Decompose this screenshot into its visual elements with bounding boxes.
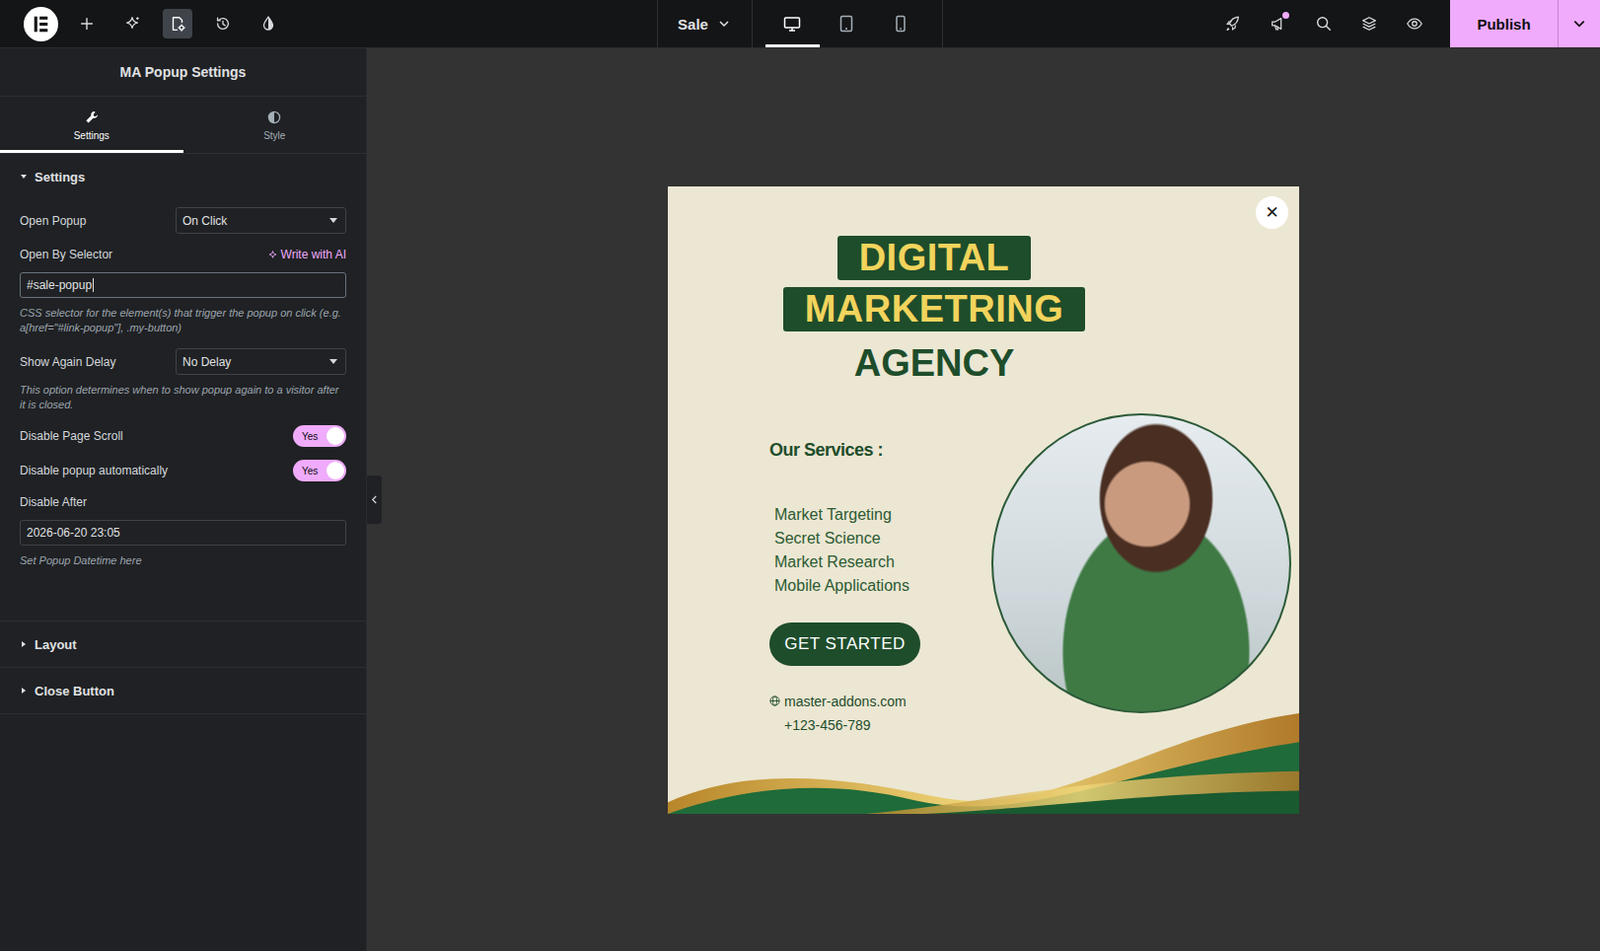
action-button[interactable] <box>1255 0 1302 48</box>
toggle-knob <box>326 427 345 445</box>
page-settings-icon <box>168 14 187 33</box>
top-bar: Sale Publish <box>0 0 1600 49</box>
notification-dot <box>1282 11 1290 19</box>
section-header[interactable]: Settings <box>0 153 366 200</box>
device-button[interactable] <box>873 0 929 48</box>
theme-drop-icon <box>259 14 278 33</box>
panel-section: Close Button <box>0 667 366 715</box>
toolbar-button[interactable] <box>200 0 246 48</box>
action-button[interactable] <box>1346 0 1392 48</box>
heading-line: MARKETRING <box>783 287 1087 332</box>
service-item: Market Research <box>774 550 921 575</box>
action-button[interactable] <box>1301 0 1347 48</box>
setting-field: Open PopupOn Click <box>19 207 347 234</box>
publish-button[interactable]: Publish <box>1450 0 1559 48</box>
layers-icon <box>1360 14 1379 33</box>
eye-icon <box>1405 14 1424 33</box>
panel-title: MA Popup Settings <box>0 48 366 97</box>
section-header[interactable]: Close Button <box>0 667 366 714</box>
toggle-knob <box>326 461 345 480</box>
popup-close-button[interactable]: ✕ <box>1255 196 1289 229</box>
document-switcher[interactable]: Sale <box>657 0 753 48</box>
service-item: Mobile Applications <box>774 574 921 598</box>
history-icon <box>214 14 232 33</box>
setting-field: Disable popup automaticallyYes <box>19 459 347 482</box>
elementor-logo-icon[interactable] <box>23 6 59 42</box>
plus-icon <box>77 14 96 33</box>
heading-line: AGENCY <box>854 338 1016 388</box>
preview-canvas: ✕ DIGITAL MARKETRING AGENCY Our Services : Ma… <box>366 48 1600 951</box>
contact-line: master-addons.com <box>769 689 921 714</box>
collapse-panel-button[interactable] <box>366 475 382 524</box>
sparkle-icon <box>267 249 279 261</box>
profile-photo <box>991 413 1292 714</box>
text-caret <box>92 278 94 292</box>
chevron-down-icon <box>718 17 730 30</box>
panel-section: Settings Open PopupOn Click Open By Select… <box>0 153 366 622</box>
setting-field: Open By Selector Write with AI#sale-popu… <box>19 246 347 336</box>
toggle-switch[interactable]: Yes <box>292 459 347 482</box>
help-text: CSS selector for the element(s) that tri… <box>19 305 347 336</box>
panel-section: Layout <box>0 621 366 668</box>
settings-panel: MA Popup SettingsSettingsStyleSettingsOp… <box>0 48 367 951</box>
popup-heading: DIGITAL MARKETRING AGENCY <box>667 235 1201 388</box>
heading-line: DIGITAL <box>837 235 1032 281</box>
tablet-icon <box>836 13 857 34</box>
wave-decoration <box>667 707 1300 814</box>
toggle-switch[interactable]: Yes <box>292 425 347 447</box>
contrast-icon <box>266 109 283 126</box>
get-started-button[interactable]: GET STARTED <box>769 622 921 666</box>
text-input[interactable]: 2026-06-20 23:05 <box>19 519 347 546</box>
panel-tabs: SettingsStyle <box>0 96 366 154</box>
setting-field: Disable After2026-06-20 23:05Set Popup D… <box>19 494 347 569</box>
dropdown-triangle-icon <box>329 218 338 224</box>
toolbar-button[interactable] <box>64 0 110 48</box>
services-list: Market TargetingSecret ScienceMarket Res… <box>769 503 921 598</box>
services-title: Our Services : <box>769 438 921 461</box>
toolbar-button[interactable] <box>154 0 201 48</box>
popup: ✕ DIGITAL MARKETRING AGENCY Our Services : Ma… <box>667 186 1300 814</box>
dropdown-triangle-icon <box>329 359 338 365</box>
mobile-icon <box>890 13 911 34</box>
chevron-down-icon <box>1572 16 1587 31</box>
service-item: Secret Science <box>774 526 921 551</box>
write-with-ai-link[interactable]: Write with AI <box>267 247 347 262</box>
setting-field: Show Again DelayNo DelayThis option dete… <box>19 348 347 413</box>
caret-icon <box>19 640 28 649</box>
desktop-icon <box>782 13 802 34</box>
caret-icon <box>19 686 28 695</box>
globe-icon <box>769 695 781 707</box>
help-text: Set Popup Datetime here <box>19 553 347 569</box>
device-button[interactable] <box>819 0 874 48</box>
editor: SalePublishMA Popup SettingsSettingsStyl… <box>0 0 1600 951</box>
setting-field: Disable Page ScrollYes <box>19 425 347 447</box>
toolbar-button[interactable] <box>109 0 155 48</box>
publish-options-button[interactable] <box>1558 0 1600 48</box>
section-header[interactable]: Layout <box>0 621 366 667</box>
text-input[interactable]: #sale-popup <box>19 272 347 298</box>
sparkle-icon <box>123 14 142 33</box>
chevron-left-icon <box>370 495 378 505</box>
help-text: This option determines when to show popu… <box>19 382 347 413</box>
contact-line: +123-456-789 <box>769 713 921 737</box>
wrench-icon <box>83 109 100 126</box>
select-box[interactable]: On Click <box>175 207 347 234</box>
rocket-icon <box>1224 14 1242 33</box>
service-item: Market Targeting <box>774 503 921 527</box>
panel-tab[interactable]: Style <box>183 96 367 153</box>
action-button[interactable] <box>1210 0 1256 48</box>
action-button[interactable] <box>1391 0 1438 48</box>
select-box[interactable]: No Delay <box>175 348 347 375</box>
search-icon <box>1314 14 1333 33</box>
panel-tab[interactable]: Settings <box>0 96 184 153</box>
toolbar-button[interactable] <box>245 0 291 48</box>
caret-icon <box>19 172 28 181</box>
device-button[interactable] <box>765 0 820 48</box>
